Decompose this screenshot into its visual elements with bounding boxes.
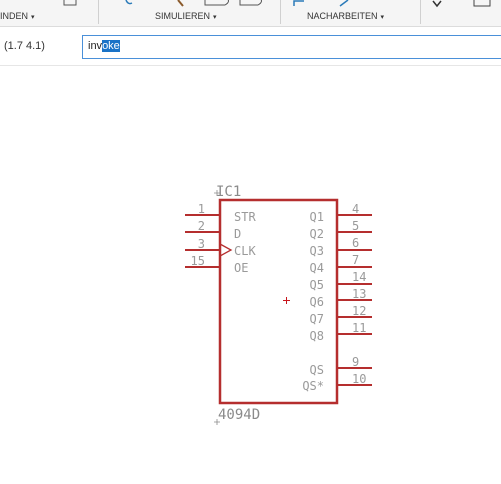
clock-triangle-icon bbox=[219, 243, 233, 257]
pin-name: QS bbox=[310, 363, 324, 377]
pin-number: 13 bbox=[352, 287, 366, 301]
pin-number: 11 bbox=[352, 321, 366, 335]
chevron-down-icon: ▾ bbox=[380, 14, 385, 21]
pin-name: STR bbox=[234, 210, 256, 224]
chevron-down-icon: ▾ bbox=[31, 14, 35, 21]
pin-name: Q6 bbox=[310, 295, 324, 309]
pin-name: Q4 bbox=[310, 261, 324, 275]
pin-name: QS* bbox=[302, 379, 324, 393]
ribbon-tool-icon[interactable] bbox=[290, 0, 370, 8]
ribbon-group-label: INDEN bbox=[0, 11, 29, 21]
pin-number: 15 bbox=[191, 254, 205, 268]
pin-number: 9 bbox=[352, 355, 359, 369]
ribbon-group-inden[interactable]: INDEN ▾ bbox=[0, 11, 35, 21]
ribbon-toolbar: INDEN ▾ SIMULIEREN ▾ NACHARBEITEN ▾ bbox=[0, 0, 501, 27]
command-text-selection: oke bbox=[102, 40, 120, 52]
ribbon-separator bbox=[98, 0, 99, 24]
part-name[interactable]: IC1 bbox=[216, 184, 241, 200]
ribbon-tool-icon[interactable] bbox=[170, 0, 270, 8]
part-value[interactable]: 4094D bbox=[218, 407, 260, 423]
part-origin-cross bbox=[283, 297, 290, 304]
ribbon-tool-icon[interactable] bbox=[120, 0, 140, 8]
pin-number: 6 bbox=[352, 236, 359, 250]
ribbon-group-nacharbeiten[interactable]: NACHARBEITEN ▾ bbox=[307, 11, 384, 21]
ribbon-group-label: SIMULIEREN bbox=[155, 11, 211, 21]
pin-name: Q7 bbox=[310, 312, 324, 326]
pin-number: 12 bbox=[352, 304, 366, 318]
command-input[interactable]: invoke bbox=[82, 35, 501, 59]
ribbon-separator bbox=[280, 0, 281, 24]
ribbon-group-simulieren[interactable]: SIMULIEREN ▾ bbox=[155, 11, 217, 21]
right-pin[interactable]: 4 Q1 bbox=[310, 202, 372, 224]
pin-name: OE bbox=[234, 261, 248, 275]
ribbon-tool-icon[interactable] bbox=[60, 0, 80, 8]
chevron-down-icon: ▾ bbox=[213, 14, 217, 21]
chevron-down-icon[interactable] bbox=[430, 0, 444, 10]
command-text-unselected: inv bbox=[88, 40, 103, 52]
pin-name: D bbox=[234, 227, 241, 241]
pin-number: 3 bbox=[198, 237, 205, 251]
schematic-canvas[interactable]: IC1 1 STR 2 D 3 CLK 15 OE 4 Q1 5 Q2 6 Q3 bbox=[0, 66, 501, 484]
pin-number: 7 bbox=[352, 253, 359, 267]
pin-number: 2 bbox=[198, 219, 205, 233]
pin-name: Q1 bbox=[310, 210, 324, 224]
pin-number: 4 bbox=[352, 202, 359, 216]
pin-name: CLK bbox=[234, 244, 256, 258]
command-input-value[interactable]: invoke bbox=[88, 40, 120, 52]
coordinate-readout: (1.7 4.1) bbox=[4, 40, 45, 52]
pin-number: 5 bbox=[352, 219, 359, 233]
left-pin[interactable]: 2 D bbox=[185, 219, 241, 241]
pin-number: 10 bbox=[352, 372, 366, 386]
ribbon-separator bbox=[420, 0, 421, 24]
pin-name: Q8 bbox=[310, 329, 324, 343]
ribbon-group-label: NACHARBEITEN bbox=[307, 11, 378, 21]
pin-number: 1 bbox=[198, 202, 205, 216]
pin-number: 14 bbox=[352, 270, 366, 284]
pin-name: Q3 bbox=[310, 244, 324, 258]
pin-name: Q5 bbox=[310, 278, 324, 292]
pin-name: Q2 bbox=[310, 227, 324, 241]
ribbon-tool-icon[interactable] bbox=[470, 0, 500, 10]
